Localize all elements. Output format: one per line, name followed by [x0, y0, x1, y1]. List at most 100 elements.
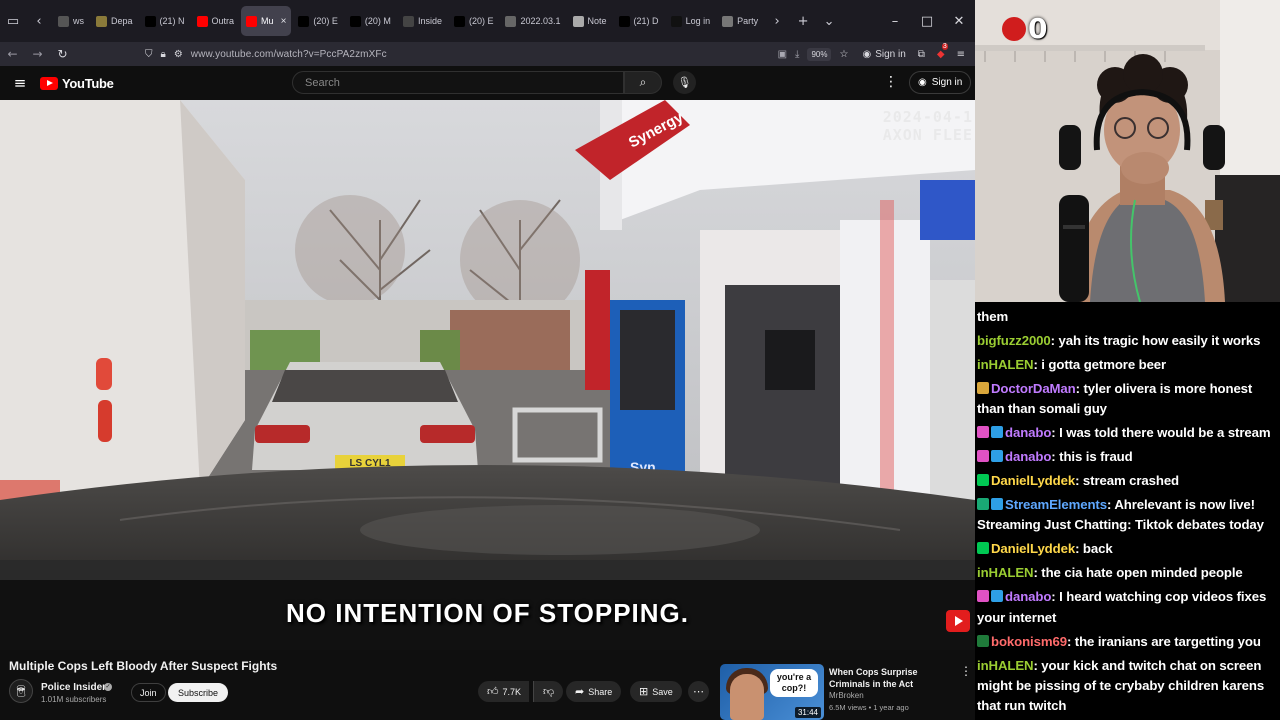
chat-username[interactable]: danabo	[1005, 425, 1051, 440]
chat-message: DanielLyddek: stream crashed	[977, 471, 1278, 491]
user-icon[interactable]	[977, 634, 989, 647]
settings-more-icon[interactable]: ⋮	[884, 74, 898, 90]
address-bar[interactable]: ⛉ 🔒︎ ⚙ www.youtube.com/watch?v=PccPA2zmX…	[145, 44, 862, 64]
window-controls: – □ ✕	[879, 0, 975, 42]
webcam-feed	[975, 0, 1280, 302]
prime-icon[interactable]	[991, 590, 1003, 603]
chat-panel: them bigfuzz2000: yah its tragic how easi…	[975, 302, 1280, 720]
chat-username[interactable]: danabo	[1005, 589, 1051, 604]
youtube-signin-button[interactable]: ◉ Sign in	[909, 71, 972, 94]
chat-username[interactable]: inHALEN	[977, 658, 1034, 673]
shield-icon[interactable]: ⛉	[145, 49, 153, 60]
heart-icon[interactable]	[977, 590, 989, 603]
new-tab-icon[interactable]: +	[790, 0, 816, 42]
browser-tab[interactable]: Depa	[91, 6, 138, 36]
recommended-title[interactable]: When Cops Surprise Criminals in the Act	[829, 666, 959, 690]
tab-scroll-right-icon[interactable]: ›	[764, 0, 790, 42]
app-menu-icon[interactable]: ≡	[957, 49, 965, 60]
browser-tab[interactable]: Inside	[398, 6, 447, 36]
ublock-badge: 3	[941, 42, 948, 50]
share-button[interactable]: ➦ Share	[566, 681, 622, 702]
voice-search-button[interactable]: 🎙︎	[673, 71, 696, 94]
more-actions-button[interactable]: ⋯	[688, 681, 709, 702]
reload-icon[interactable]: ↻	[50, 47, 75, 61]
browser-tab[interactable]: (21) N	[140, 6, 190, 36]
account-signin[interactable]: ◉ Sign in	[862, 49, 905, 60]
tab-overview-icon[interactable]: ▭	[0, 0, 26, 42]
chat-username[interactable]: DanielLyddek	[991, 541, 1075, 556]
browser-tab[interactable]: Note	[568, 6, 612, 36]
join-button[interactable]: Join	[131, 683, 166, 702]
dislike-button[interactable]: 👎︎	[533, 681, 564, 702]
chat-message: them	[977, 307, 1278, 327]
search-button[interactable]: ⌕	[624, 71, 662, 94]
close-tab-icon[interactable]: ×	[281, 16, 287, 27]
chat-username[interactable]: StreamElements	[1005, 497, 1107, 512]
browser-tab[interactable]: (21) D	[614, 6, 664, 36]
browser-tab[interactable]: Party	[717, 6, 763, 36]
download-icon[interactable]: ⤓	[795, 49, 799, 60]
zoom-level[interactable]: 90%	[807, 47, 832, 61]
bot-icon[interactable]	[991, 498, 1003, 511]
like-button[interactable]: 👍︎ 7.7K	[478, 681, 530, 702]
video-player[interactable]: LS CYL1 Synergy Syn 2024-04-1 AXON FLEE …	[0, 100, 975, 650]
chat-username[interactable]: inHALEN	[977, 357, 1034, 372]
extensions-icon[interactable]: ⧉	[918, 49, 925, 60]
browser-tab[interactable]: (20) M	[345, 6, 396, 36]
browser-tab[interactable]: (20) E	[293, 6, 343, 36]
mod-icon[interactable]	[977, 498, 989, 511]
vip-icon[interactable]	[977, 542, 989, 555]
heart-icon[interactable]	[977, 426, 989, 439]
bits-icon[interactable]	[977, 381, 989, 394]
browser-tab[interactable]: Mu ×	[241, 6, 292, 36]
youtube-logo[interactable]: YouTube	[40, 76, 114, 91]
tab-scroll-left-icon[interactable]: ‹	[26, 0, 52, 42]
browser-tab-label: (21) D	[633, 16, 659, 26]
subscribe-button[interactable]: Subscribe	[168, 683, 229, 702]
chat-message: danabo: this is fraud	[977, 447, 1278, 467]
chat-username[interactable]: DanielLyddek	[991, 473, 1075, 488]
close-window-icon[interactable]: ✕	[943, 14, 975, 29]
chat-username[interactable]: DoctorDaMan	[991, 381, 1076, 396]
chat-message: inHALEN: i gotta getmore beer	[977, 355, 1278, 375]
maximize-icon[interactable]: □	[911, 14, 943, 29]
recommended-video[interactable]: you're a cop?! 31:44 When Cops Surprise …	[720, 664, 972, 720]
browser-tab[interactable]: Outra	[192, 6, 240, 36]
browser-tab-label: Note	[587, 16, 607, 26]
permissions-icon[interactable]: ⚙	[174, 49, 183, 60]
chat-username[interactable]: bigfuzz2000	[977, 333, 1051, 348]
prime-icon[interactable]	[991, 450, 1003, 463]
ublock-icon[interactable]: ◆ 3	[937, 42, 948, 60]
url-text[interactable]: www.youtube.com/watch?v=PccPA2zmXFc	[191, 49, 387, 60]
save-button[interactable]: ⊞ Save	[630, 681, 682, 702]
lock-icon[interactable]: 🔒︎	[161, 49, 166, 60]
forward-icon[interactable]: →	[25, 47, 50, 61]
search-input[interactable]: Search	[292, 71, 624, 94]
minimize-icon[interactable]: –	[879, 14, 911, 29]
channel-name[interactable]: Police Insider	[41, 682, 106, 693]
guide-menu-icon[interactable]: ≡	[0, 74, 40, 92]
chat-username[interactable]: inHALEN	[977, 565, 1034, 580]
channel-avatar[interactable]: 👮︎	[9, 679, 33, 703]
recommended-more-icon[interactable]: ⋮	[960, 664, 972, 678]
browser-tab[interactable]: Log in	[666, 6, 716, 36]
bookmark-star-icon[interactable]: ☆	[839, 49, 848, 60]
back-icon[interactable]: ←	[0, 47, 25, 61]
reader-view-icon[interactable]: ▣	[778, 49, 787, 60]
chat-text: : this is fraud	[1051, 449, 1133, 465]
chat-username[interactable]: danabo	[1005, 449, 1051, 464]
recommended-channel[interactable]: MrBroken	[829, 691, 864, 700]
channel-watermark-icon[interactable]	[946, 610, 970, 632]
recommended-thumbnail[interactable]: you're a cop?! 31:44	[720, 664, 824, 720]
vip-icon[interactable]	[977, 474, 989, 487]
browser-tab[interactable]: 2022.03.1	[500, 6, 565, 36]
prime-icon[interactable]	[991, 426, 1003, 439]
browser-tab[interactable]: ws	[53, 6, 89, 36]
tab-list-dropdown-icon[interactable]: ⌄	[816, 0, 842, 42]
chat-username[interactable]: bokonism69	[991, 634, 1067, 649]
recommended-meta: 6.5M views • 1 year ago	[829, 703, 909, 712]
heart-icon[interactable]	[977, 450, 989, 463]
tab-list: ws Depa (21) N Outra Mu × (20) E (20) M Inside (2…	[52, 6, 764, 36]
youtube-logo-text: YouTube	[62, 75, 114, 91]
browser-tab[interactable]: (20) E	[449, 6, 499, 36]
